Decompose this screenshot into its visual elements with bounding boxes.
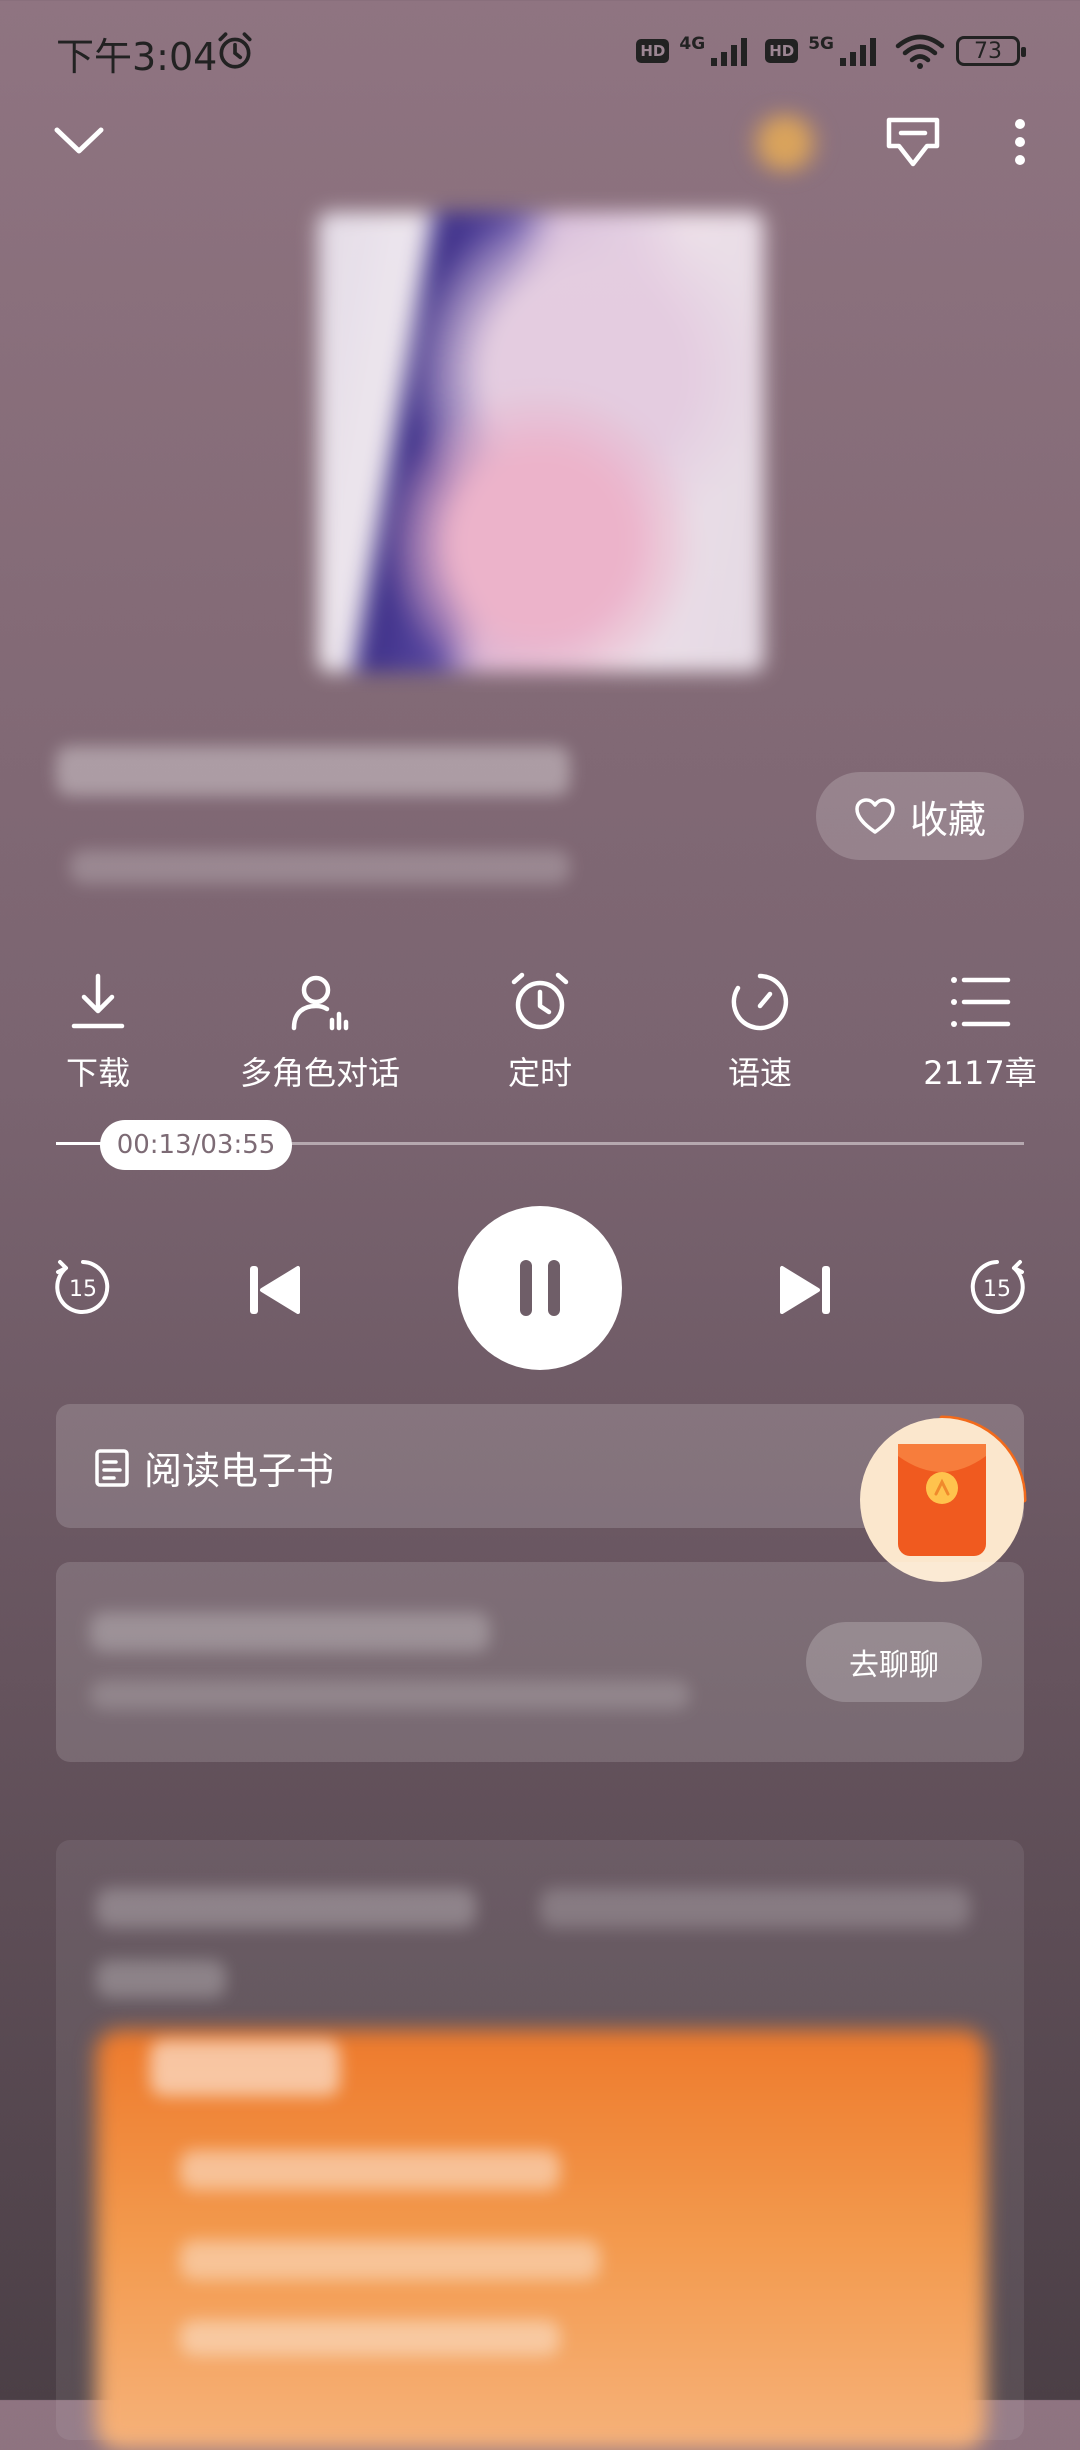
- network-5g: 5G: [808, 34, 834, 54]
- next-button[interactable]: [770, 1254, 842, 1326]
- more-vertical-icon: [1015, 119, 1025, 165]
- speed-icon: [731, 973, 789, 1031]
- album-cover: [318, 212, 764, 672]
- collapse-button[interactable]: [44, 108, 114, 172]
- multi-role-action[interactable]: 多角色对话: [220, 970, 420, 1100]
- timer-label: 定时: [507, 1054, 572, 1092]
- speed-label: 语速: [727, 1054, 792, 1092]
- content-title-blurred-2: [540, 1888, 970, 1928]
- track-subtitle-blurred: [70, 850, 570, 884]
- forward-15-icon: 15: [970, 1260, 1025, 1314]
- timer-action[interactable]: 定时: [440, 970, 640, 1100]
- status-icons: HD 4G HD 5G 73: [636, 30, 1026, 72]
- promo-text-blurred: [180, 2150, 560, 2190]
- alarm-icon: [218, 32, 252, 69]
- red-envelope-icon: [898, 1444, 986, 1556]
- content-subtitle-blurred: [96, 1960, 226, 1998]
- multi-role-icon: [291, 975, 349, 1031]
- rewind-15-button[interactable]: 15: [46, 1250, 120, 1324]
- rewind-seconds: 15: [69, 1277, 97, 1302]
- pause-button[interactable]: [458, 1206, 622, 1370]
- hd-badge-2: HD: [765, 39, 799, 63]
- signal-icon-2: [840, 38, 876, 66]
- wifi-icon: [895, 34, 945, 69]
- skip-next-icon: [780, 1266, 830, 1314]
- speed-action[interactable]: 语速: [660, 970, 860, 1100]
- favorite-label: 收藏: [909, 797, 986, 842]
- chapter-list-icon: [951, 977, 1011, 1027]
- pause-icon: [520, 1260, 560, 1316]
- download-action[interactable]: 下载: [0, 970, 198, 1100]
- heart-icon: [855, 798, 895, 834]
- battery-indicator: 73: [956, 36, 1026, 66]
- chat-desc-blurred: [90, 1680, 690, 1710]
- previous-button[interactable]: [238, 1254, 310, 1326]
- multi-role-label: 多角色对话: [239, 1054, 400, 1092]
- chapter-count-label: 2117章: [923, 1054, 1037, 1092]
- favorite-button[interactable]: 收藏: [816, 772, 1024, 860]
- chat-title-blurred: [90, 1612, 490, 1652]
- skip-previous-icon: [250, 1266, 300, 1314]
- track-title-blurred: [56, 746, 570, 796]
- hd-badge: HD: [636, 39, 670, 63]
- download-label: 下载: [65, 1054, 130, 1092]
- content-title-blurred: [96, 1888, 476, 1928]
- forward-seconds: 15: [983, 1277, 1011, 1302]
- cast-icon: [886, 117, 940, 167]
- chevron-down-icon: [54, 127, 104, 154]
- status-bar: 下午3:04 HD 4G HD 5G 73: [0, 0, 1080, 100]
- promo-text-blurred-2: [180, 2240, 600, 2280]
- alarm-clock-icon: [511, 972, 569, 1030]
- more-button[interactable]: [996, 108, 1044, 176]
- promo-text-blurred-3: [180, 2320, 560, 2356]
- status-time: 下午3:04: [56, 35, 218, 79]
- chapter-list-action[interactable]: 2117章: [880, 970, 1080, 1100]
- vip-badge-icon[interactable]: [740, 108, 830, 178]
- cast-button[interactable]: [878, 110, 948, 174]
- go-chat-button[interactable]: 去聊聊: [806, 1622, 982, 1702]
- download-icon: [71, 973, 125, 1029]
- network-4g: 4G: [679, 34, 706, 54]
- red-packet-button[interactable]: [860, 1418, 1024, 1582]
- forward-15-button[interactable]: 15: [960, 1250, 1034, 1324]
- document-icon: [95, 1449, 129, 1487]
- promo-tag-blurred: [150, 2040, 340, 2096]
- rewind-15-icon: 15: [55, 1260, 110, 1314]
- read-ebook-label: 阅读电子书: [144, 1449, 335, 1493]
- signal-icon: [711, 38, 748, 66]
- progress-time-thumb[interactable]: 00:13/03:55: [100, 1120, 292, 1170]
